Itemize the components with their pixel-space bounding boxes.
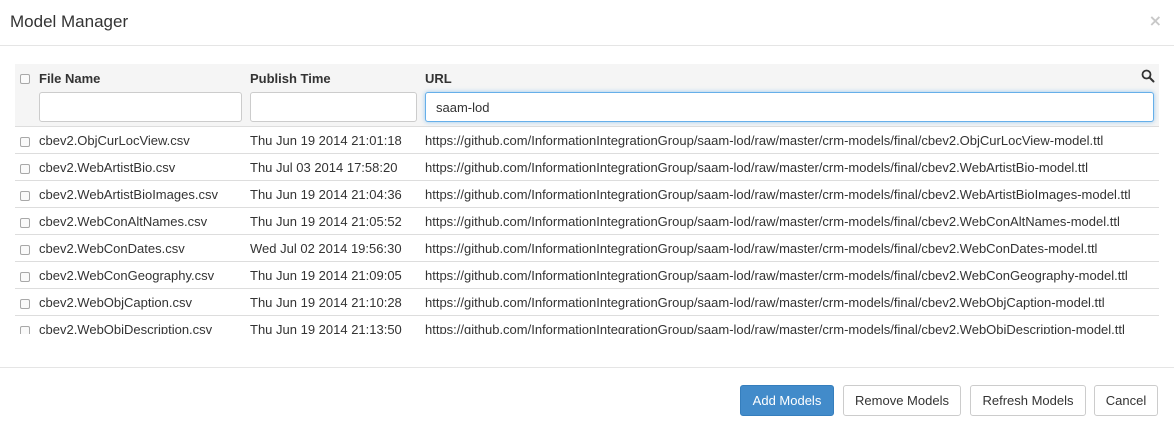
- table-header: File Name Publish Time URL: [15, 64, 1159, 127]
- modal-header: Model Manager ×: [0, 0, 1174, 46]
- file-name-cell: cbev2.WebObjCaption.csv: [39, 295, 192, 310]
- publish-time-cell: Thu Jun 19 2014 21:05:52: [250, 214, 402, 229]
- row-checkbox[interactable]: [20, 218, 30, 228]
- url-cell: https://github.com/InformationIntegratio…: [425, 241, 1098, 256]
- file-name-cell: cbev2.WebObjDescription.csv: [39, 322, 213, 334]
- url-filter-input[interactable]: [425, 92, 1154, 122]
- url-cell: https://github.com/InformationIntegratio…: [425, 268, 1128, 283]
- file-name-cell: cbev2.WebConDates.csv: [39, 241, 185, 256]
- add-models-button[interactable]: Add Models: [740, 385, 834, 416]
- table-row[interactable]: cbev2.WebArtistBioImages.csv Thu Jun 19 …: [15, 181, 1159, 208]
- remove-models-button[interactable]: Remove Models: [843, 385, 961, 416]
- search-icon[interactable]: [1141, 69, 1155, 83]
- file-name-cell: cbev2.WebConAltNames.csv: [39, 214, 208, 229]
- cancel-button[interactable]: Cancel: [1094, 385, 1158, 416]
- table-row[interactable]: cbev2.WebObjCaption.csv Thu Jun 19 2014 …: [15, 289, 1159, 316]
- file-name-cell: cbev2.ObjCurLocView.csv: [39, 133, 190, 148]
- file-name-cell: cbev2.WebArtistBioImages.csv: [39, 187, 218, 202]
- file-name-cell: cbev2.WebArtistBio.csv: [39, 160, 176, 175]
- table-row[interactable]: cbev2.WebConDates.csv Wed Jul 02 2014 19…: [15, 235, 1159, 262]
- model-manager-dialog: Model Manager × File Name Publish Time U…: [0, 0, 1174, 430]
- publish-time-cell: Thu Jul 03 2014 17:58:20: [250, 160, 398, 175]
- table-row[interactable]: cbev2.WebArtistBio.csv Thu Jul 03 2014 1…: [15, 154, 1159, 181]
- url-cell: https://github.com/InformationIntegratio…: [425, 295, 1105, 310]
- file-name-filter-input[interactable]: [39, 92, 242, 122]
- publish-time-filter-input[interactable]: [250, 92, 417, 122]
- row-checkbox[interactable]: [20, 245, 30, 255]
- url-cell: https://github.com/InformationIntegratio…: [425, 214, 1120, 229]
- row-checkbox[interactable]: [20, 299, 30, 309]
- url-cell: https://github.com/InformationIntegratio…: [425, 187, 1131, 202]
- refresh-models-button[interactable]: Refresh Models: [970, 385, 1086, 416]
- publish-time-cell: Wed Jul 02 2014 19:56:30: [250, 241, 402, 256]
- modal-footer: Add Models Remove Models Refresh Models …: [0, 367, 1174, 430]
- table-row[interactable]: cbev2.ObjCurLocView.csv Thu Jun 19 2014 …: [15, 127, 1159, 154]
- table-row[interactable]: cbev2.WebConGeography.csv Thu Jun 19 201…: [15, 262, 1159, 289]
- row-checkbox[interactable]: [20, 326, 30, 334]
- publish-time-cell: Thu Jun 19 2014 21:01:18: [250, 133, 402, 148]
- modal-title: Model Manager: [10, 12, 129, 31]
- close-icon[interactable]: ×: [1149, 11, 1162, 31]
- row-checkbox[interactable]: [20, 164, 30, 174]
- publish-time-cell: Thu Jun 19 2014 21:04:36: [250, 187, 402, 202]
- publish-time-cell: Thu Jun 19 2014 21:10:28: [250, 295, 402, 310]
- url-cell: https://github.com/InformationIntegratio…: [425, 133, 1104, 148]
- column-header-file-name[interactable]: File Name: [39, 71, 100, 86]
- models-table: File Name Publish Time URL cbev2.ObjCurL…: [15, 64, 1159, 334]
- url-cell: https://github.com/InformationIntegratio…: [425, 322, 1125, 334]
- publish-time-cell: Thu Jun 19 2014 21:13:50: [250, 322, 402, 334]
- row-checkbox[interactable]: [20, 272, 30, 282]
- row-checkbox[interactable]: [20, 137, 30, 147]
- publish-time-cell: Thu Jun 19 2014 21:09:05: [250, 268, 402, 283]
- file-name-cell: cbev2.WebConGeography.csv: [39, 268, 215, 283]
- column-header-publish-time[interactable]: Publish Time: [250, 71, 331, 86]
- url-cell: https://github.com/InformationIntegratio…: [425, 160, 1089, 175]
- table-row[interactable]: cbev2.WebObjDescription.csv Thu Jun 19 2…: [15, 316, 1159, 334]
- row-checkbox[interactable]: [20, 191, 30, 201]
- column-header-url[interactable]: URL: [425, 71, 452, 86]
- select-all-checkbox[interactable]: [20, 74, 30, 84]
- table-row[interactable]: cbev2.WebConAltNames.csv Thu Jun 19 2014…: [15, 208, 1159, 235]
